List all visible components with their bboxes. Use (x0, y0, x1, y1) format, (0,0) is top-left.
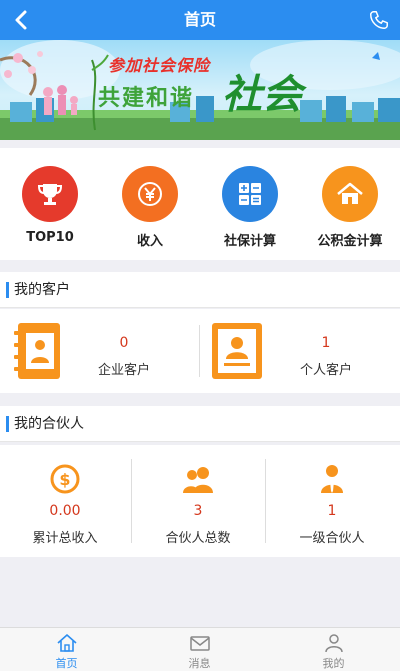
user-icon (324, 634, 343, 653)
phone-icon[interactable] (368, 9, 390, 31)
total-income-value: 0.00 (49, 503, 81, 519)
my-clients-header: 我的客户 (0, 272, 400, 308)
total-partners-label: 合伙人总数 (165, 531, 231, 546)
first-level-partners-stat[interactable]: 1 一级合伙人 (267, 461, 397, 546)
top-nav-bar: 首页 (0, 0, 400, 40)
my-partners-panel: $ 0.00 累计总收入 3 合伙人总数 1 一级合伙人 (0, 445, 400, 557)
dollar-coin-icon: $ (47, 461, 83, 497)
trophy-icon (22, 166, 78, 222)
yen-icon (122, 166, 178, 222)
quick-action-social-security-calc[interactable]: 社保计算 (200, 166, 300, 249)
quick-action-income[interactable]: 收入 (100, 166, 200, 249)
svg-text:$: $ (59, 470, 70, 489)
tab-home[interactable]: 首页 (0, 633, 133, 671)
person-tie-icon (314, 461, 350, 497)
envelope-icon (189, 636, 210, 651)
calculator-icon (222, 166, 278, 222)
quick-action-housing-fund-calc[interactable]: 公积金计算 (300, 166, 400, 249)
personal-client-label: 个人客户 (299, 363, 352, 378)
tab-profile[interactable]: 我的 (267, 633, 400, 671)
quick-action-label: 公积金计算 (317, 234, 383, 249)
banner-text-line3: 社会 (222, 71, 302, 118)
bottom-tab-bar: 首页 消息 我的 (0, 627, 400, 671)
home-icon (56, 634, 77, 652)
page-title: 首页 (183, 10, 216, 29)
section-accent-bar (6, 416, 9, 432)
first-level-partners-label: 一级合伙人 (299, 531, 365, 546)
total-partners-stat[interactable]: 3 合伙人总数 (133, 461, 263, 546)
quick-action-top10[interactable]: TOP10 (0, 166, 100, 245)
tab-label: 消息 (188, 657, 211, 670)
quick-actions: TOP10 收入 社保计算 公积金计算 (0, 148, 400, 260)
enterprise-client-count: 0 (119, 335, 129, 351)
divider (265, 459, 266, 543)
quick-action-label: TOP10 (26, 230, 74, 245)
my-partners-header: 我的合伙人 (0, 406, 400, 442)
total-income-label: 累计总收入 (32, 531, 98, 546)
personal-client-count: 1 (321, 335, 331, 351)
tab-label: 首页 (55, 657, 78, 670)
banner-text-line2: 共建和谐 (98, 85, 195, 111)
divider (131, 459, 132, 543)
house-icon (322, 166, 378, 222)
quick-action-label: 收入 (136, 234, 163, 249)
first-level-partners-value: 1 (327, 503, 337, 519)
divider (199, 325, 200, 377)
my-clients-panel: 0 企业客户 1 个人客户 (0, 309, 400, 393)
id-card-icon (212, 323, 262, 379)
banner-text-line1: 参加社会保险 (108, 56, 211, 75)
users-icon (180, 461, 216, 497)
tab-messages[interactable]: 消息 (133, 633, 266, 671)
promo-banner[interactable]: 参加社会保险 共建和谐 社会 (0, 40, 400, 140)
address-book-icon (14, 323, 60, 379)
quick-action-label: 社保计算 (223, 234, 276, 249)
section-title: 我的合伙人 (14, 416, 84, 432)
enterprise-client-label: 企业客户 (97, 363, 150, 378)
section-accent-bar (6, 282, 9, 298)
total-partners-value: 3 (193, 503, 203, 519)
section-title: 我的客户 (14, 282, 70, 298)
total-income-stat[interactable]: $ 0.00 累计总收入 (0, 461, 130, 546)
tab-label: 我的 (322, 657, 345, 670)
